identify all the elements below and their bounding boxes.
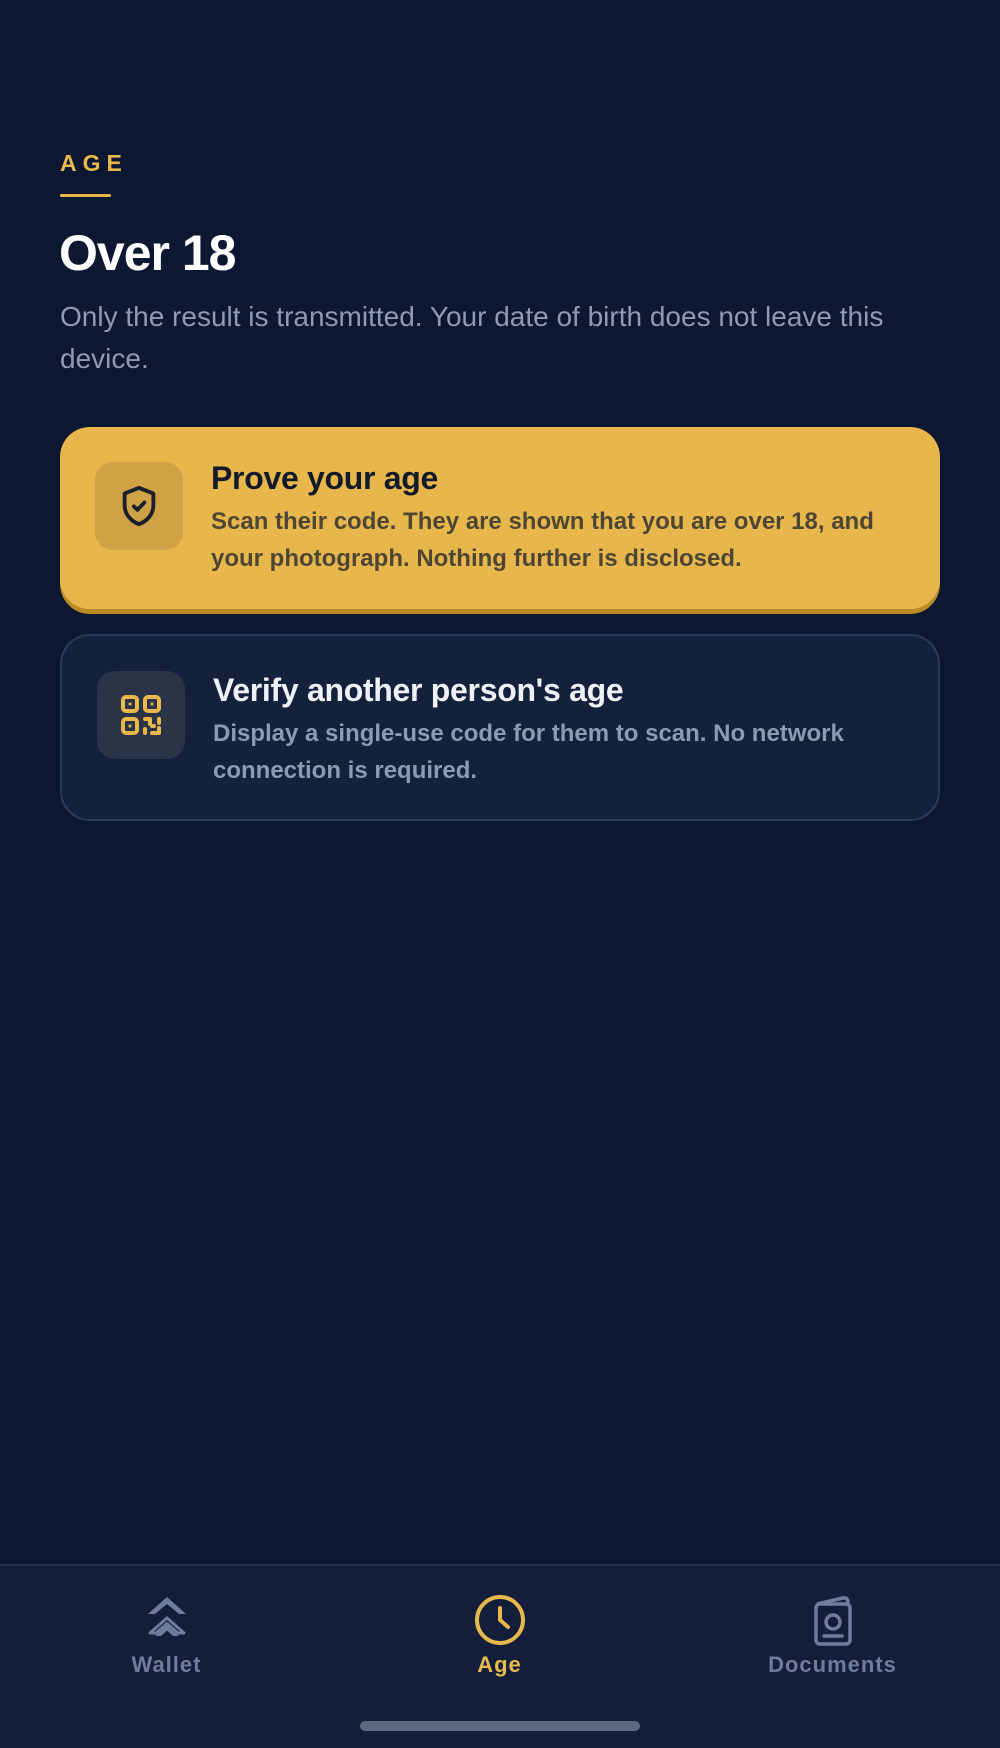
verify-age-card[interactable]: Verify another person's age Display a si… — [60, 634, 940, 821]
nav-item-documents[interactable]: Documents — [666, 1566, 999, 1716]
prove-age-title: Prove your age — [211, 460, 439, 496]
verify-age-title: Verify another person's age — [213, 672, 624, 708]
clock-icon — [474, 1595, 525, 1645]
verify-age-description: Display a single-use code for them to sc… — [213, 720, 844, 784]
section-label: AGE — [60, 150, 128, 176]
nav-item-age[interactable]: Age — [333, 1566, 666, 1716]
nav-label-wallet: Wallet — [131, 1652, 202, 1677]
nav-label-documents: Documents — [768, 1652, 897, 1677]
home-indicator[interactable] — [360, 1721, 640, 1731]
qr-code-icon — [97, 671, 185, 759]
page-title: Over 18 — [59, 225, 236, 281]
passport-icon — [813, 1596, 852, 1646]
section-underline — [60, 194, 111, 197]
age-screen: AGE Over 18 Only the result is transmitt… — [0, 0, 1000, 1748]
nav-label-age: Age — [477, 1652, 522, 1677]
nav-item-wallet[interactable]: Wallet — [0, 1566, 333, 1716]
prove-age-card[interactable]: Prove your age Scan their code. They are… — [60, 427, 940, 609]
shield-check-icon — [95, 462, 183, 550]
chevrons-up-icon — [147, 1597, 186, 1636]
prove-age-description: Scan their code. They are shown that you… — [211, 508, 874, 572]
page-subtitle: Only the result is transmitted. Your dat… — [60, 301, 884, 374]
